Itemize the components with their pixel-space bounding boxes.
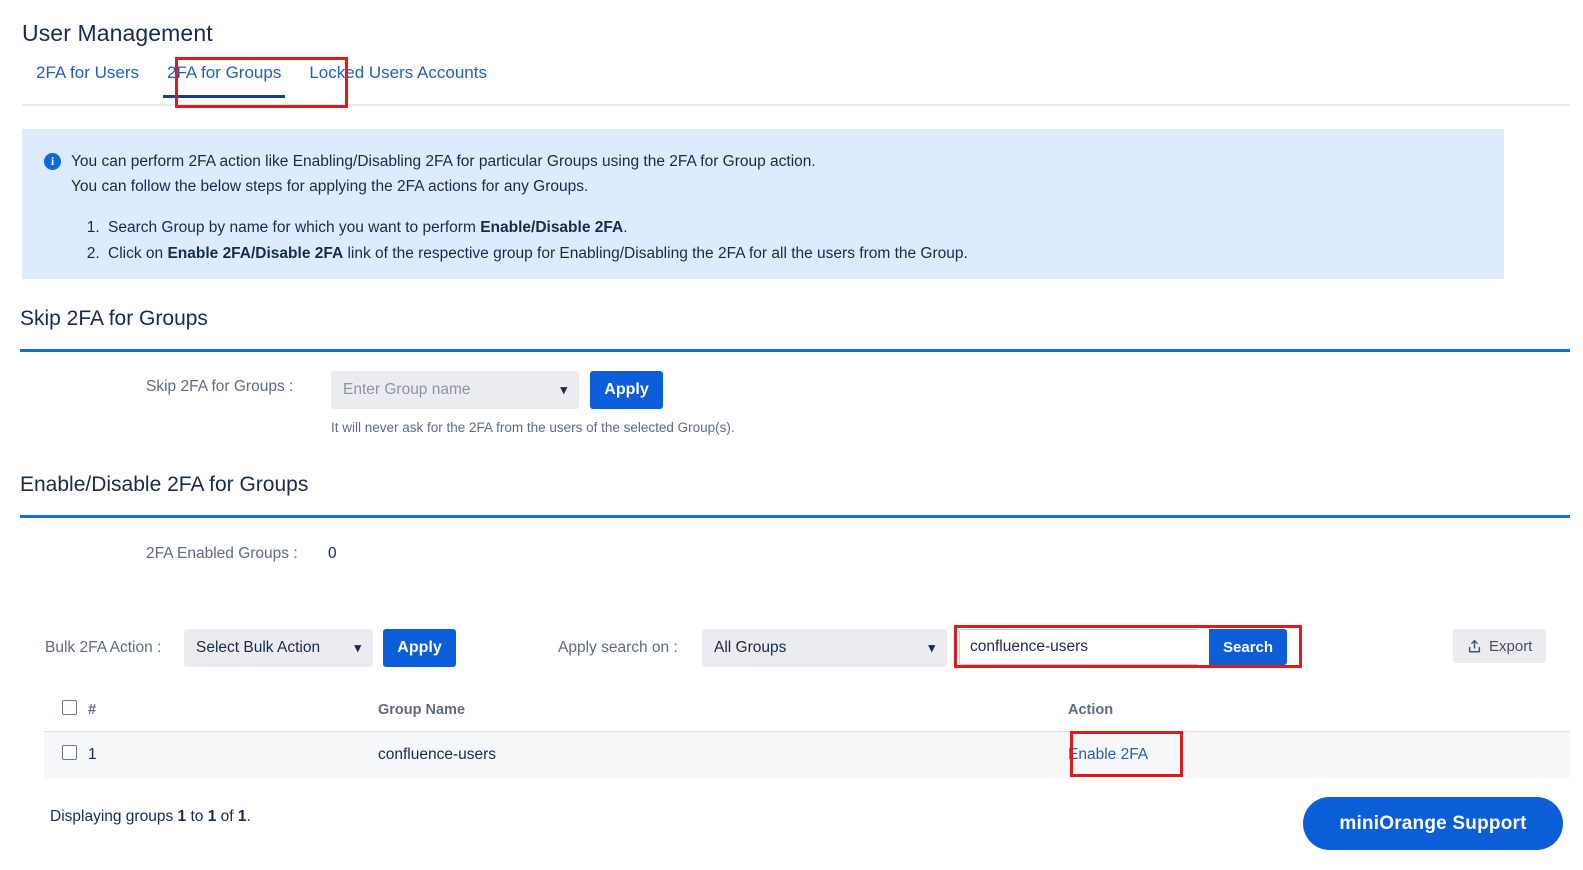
miniorange-support-button[interactable]: miniOrange Support <box>1303 797 1563 850</box>
column-header-action: Action <box>1068 701 1114 718</box>
info-line-2: You can follow the below steps for apply… <box>71 178 589 195</box>
user-management-page: User Management 2FA for Users 2FA for Gr… <box>0 0 1583 870</box>
chevron-down-icon: ▾ <box>354 640 361 655</box>
enable-disable-section-heading: Enable/Disable 2FA for Groups <box>20 473 309 496</box>
skip-2fa-section-divider <box>20 349 1570 352</box>
row-group-name: confluence-users <box>378 746 497 763</box>
info-step-2-bold: Enable 2FA/Disable 2FA <box>167 245 344 262</box>
tab-2fa-for-groups[interactable]: 2FA for Groups <box>153 62 295 98</box>
bulk-action-select-value: Select Bulk Action <box>196 639 321 656</box>
tab-2fa-for-users[interactable]: 2FA for Users <box>22 62 153 96</box>
column-header-index: # <box>88 701 97 718</box>
pagination-mid1: to <box>186 808 208 825</box>
select-all-checkbox-cell <box>44 700 88 719</box>
chevron-down-icon: ▾ <box>560 382 567 397</box>
chevron-down-icon: ▾ <box>928 640 935 655</box>
page-title: User Management <box>22 20 213 46</box>
tab-bar: 2FA for Users 2FA for Groups Locked User… <box>22 62 1570 106</box>
table-header-row: # Group Name Action <box>44 688 1570 732</box>
tab-locked-users-accounts[interactable]: Locked Users Accounts <box>295 62 501 96</box>
select-all-checkbox[interactable] <box>62 700 77 715</box>
bulk-action-apply-button[interactable]: Apply <box>383 629 456 667</box>
bulk-action-select[interactable]: Select Bulk Action ▾ <box>184 629 373 667</box>
skip-2fa-group-select-value: Enter Group name <box>343 381 471 398</box>
search-input[interactable] <box>959 629 1197 665</box>
column-header-group-name: Group Name <box>378 701 466 718</box>
info-step-1: Search Group by name for which you want … <box>104 215 1482 241</box>
skip-2fa-field-label: Skip 2FA for Groups : <box>146 378 294 395</box>
apply-search-on-select-value: All Groups <box>714 639 787 656</box>
pagination-prefix: Displaying groups <box>50 808 178 825</box>
row-action-cell: Enable 2FA <box>1068 746 1570 764</box>
export-upload-icon <box>1467 639 1482 654</box>
pagination-suffix: . <box>246 808 251 825</box>
info-banner-text: You can perform 2FA action like Enabling… <box>71 149 816 199</box>
info-step-2: Click on Enable 2FA/Disable 2FA link of … <box>104 241 1482 267</box>
info-banner: i You can perform 2FA action like Enabli… <box>22 129 1504 279</box>
export-button-label: Export <box>1489 637 1533 655</box>
info-step-2-prefix: Click on <box>108 245 168 262</box>
apply-search-on-label: Apply search on : <box>558 639 678 656</box>
2fa-enabled-groups-count: 0 <box>328 545 337 562</box>
row-index: 1 <box>88 746 97 763</box>
info-step-2-suffix: link of the respective group for Enablin… <box>343 245 968 262</box>
search-button[interactable]: Search <box>1209 629 1288 665</box>
info-step-1-suffix: . <box>623 219 628 236</box>
skip-2fa-section-heading: Skip 2FA for Groups <box>20 307 208 330</box>
info-step-1-bold: Enable/Disable 2FA <box>480 219 624 236</box>
table-row: 1 confluence-users Enable 2FA <box>44 732 1570 778</box>
export-button[interactable]: Export <box>1453 629 1547 663</box>
info-circle-icon: i <box>44 153 61 170</box>
enable-2fa-link[interactable]: Enable 2FA <box>1068 746 1148 763</box>
groups-table: # Group Name Action 1 confluence-users E… <box>44 688 1570 778</box>
skip-2fa-helper-text: It will never ask for the 2FA from the u… <box>331 420 735 435</box>
pagination-from: 1 <box>177 808 187 825</box>
info-line-1: You can perform 2FA action like Enabling… <box>71 153 816 170</box>
skip-2fa-apply-button[interactable]: Apply <box>590 371 663 409</box>
bulk-action-label: Bulk 2FA Action : <box>45 639 162 656</box>
row-checkbox-cell <box>44 745 88 765</box>
pagination-summary: Displaying groups 1 to 1 of 1. <box>50 808 251 826</box>
info-steps-list: Search Group by name for which you want … <box>44 215 1482 267</box>
apply-search-on-select[interactable]: All Groups ▾ <box>702 629 947 667</box>
info-step-1-prefix: Search Group by name for which you want … <box>108 219 481 236</box>
2fa-enabled-groups-label: 2FA Enabled Groups : <box>146 545 298 562</box>
pagination-mid2: of <box>216 808 238 825</box>
enable-disable-section-divider <box>20 515 1570 518</box>
row-select-checkbox[interactable] <box>62 745 77 760</box>
skip-2fa-group-select[interactable]: Enter Group name ▾ <box>331 371 579 409</box>
